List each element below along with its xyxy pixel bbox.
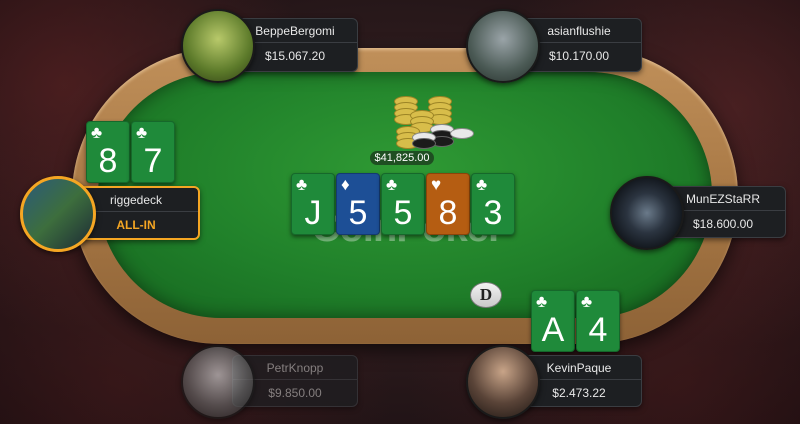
community-card-4: ♥ 8 bbox=[426, 173, 470, 235]
chip bbox=[450, 128, 474, 139]
diamond-icon: ♦ bbox=[341, 175, 350, 194]
avatar bbox=[610, 176, 684, 250]
card-rank: 5 bbox=[393, 194, 413, 232]
community-card-3: ♣ 5 bbox=[381, 173, 425, 235]
community-card-5: ♣ 3 bbox=[471, 173, 515, 235]
card-rank: 7 bbox=[143, 142, 163, 180]
club-icon: ♣ bbox=[386, 175, 398, 194]
card-rank: J bbox=[304, 194, 322, 232]
pot-amount: $41,825.00 bbox=[370, 151, 434, 165]
chip bbox=[412, 138, 436, 149]
card-rank: A bbox=[541, 311, 565, 349]
hole-card-2: ♣ 4 bbox=[576, 290, 620, 352]
card-rank: 4 bbox=[588, 311, 608, 349]
hole-card-2: ♣ 7 bbox=[131, 121, 175, 183]
club-icon: ♣ bbox=[91, 123, 103, 142]
card-rank: 3 bbox=[483, 194, 503, 232]
avatar bbox=[181, 345, 255, 419]
card-rank: 8 bbox=[438, 194, 458, 232]
avatar bbox=[20, 176, 96, 252]
avatar bbox=[466, 345, 540, 419]
heart-icon: ♥ bbox=[431, 175, 442, 194]
avatar bbox=[181, 9, 255, 83]
community-card-2: ♦ 5 bbox=[336, 173, 380, 235]
club-icon: ♣ bbox=[296, 175, 308, 194]
card-rank: 8 bbox=[98, 142, 118, 180]
hole-card-1: ♣ 8 bbox=[86, 121, 130, 183]
club-icon: ♣ bbox=[581, 292, 593, 311]
avatar bbox=[466, 9, 540, 83]
club-icon: ♣ bbox=[136, 123, 148, 142]
community-card-1: ♣ J bbox=[291, 173, 335, 235]
club-icon: ♣ bbox=[536, 292, 548, 311]
hole-card-1: ♣ A bbox=[531, 290, 575, 352]
card-rank: 5 bbox=[348, 194, 368, 232]
dealer-button: D bbox=[470, 282, 502, 308]
club-icon: ♣ bbox=[476, 175, 488, 194]
